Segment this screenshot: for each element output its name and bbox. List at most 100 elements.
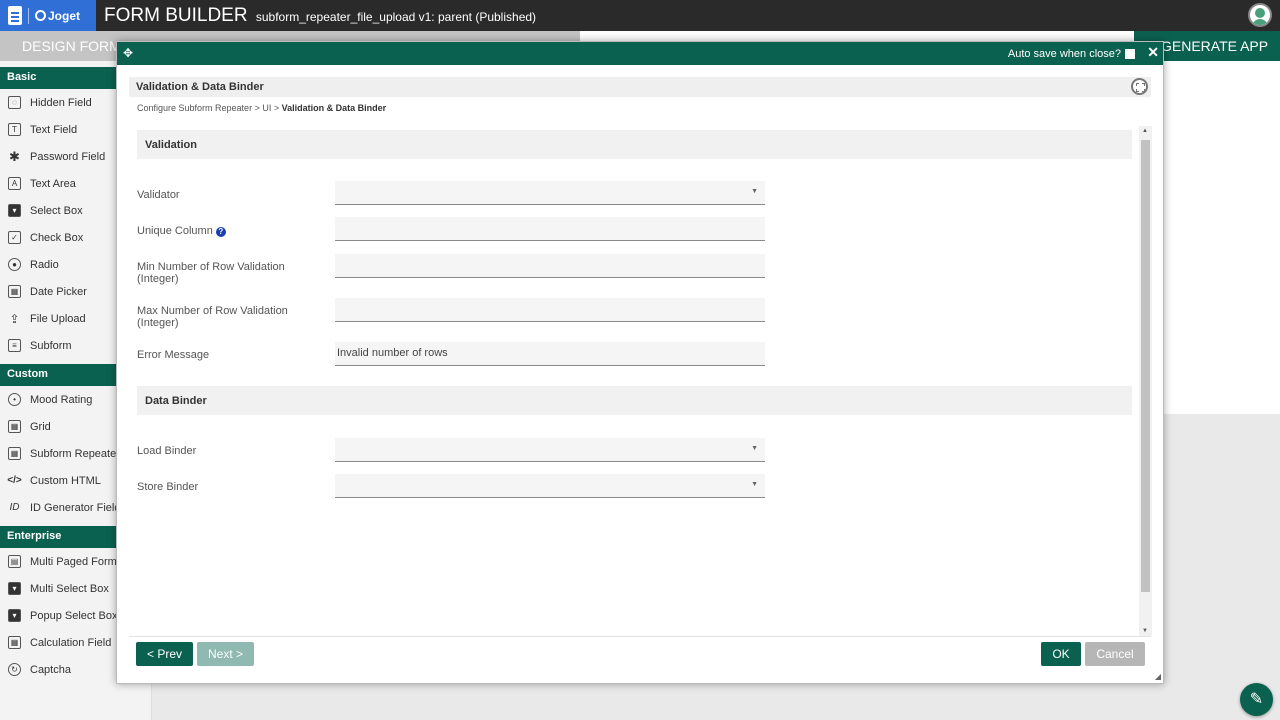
chevron-down-icon: ▼ — [751, 188, 758, 195]
tab-design-form-label: DESIGN FORM — [22, 38, 121, 54]
palette-item-label: Multi Paged Form — [30, 555, 117, 568]
app-title: FORM BUILDER — [104, 5, 248, 26]
mood-icon: • — [8, 393, 21, 406]
palette-item-label: Password Field — [30, 150, 106, 163]
pencil-icon: ✎ — [1249, 691, 1264, 708]
palette-item-label: Subform Repeater — [30, 447, 120, 460]
asterisk-icon: ✱ — [9, 149, 20, 164]
palette-item-label: Text Area — [30, 177, 76, 190]
multi-select-icon: ▾ — [8, 582, 21, 595]
palette-item-label: Mood Rating — [30, 393, 93, 406]
autosave-option[interactable]: Auto save when close? — [1008, 48, 1135, 60]
validator-select[interactable]: ▼ — [335, 181, 765, 205]
panel-title: Validation & Data Binder — [129, 77, 1151, 97]
breadcrumb-current: Validation & Data Binder — [281, 103, 387, 113]
vertical-scrollbar[interactable]: ▲ ▼ — [1139, 126, 1152, 636]
text-area-icon: A — [8, 177, 21, 190]
load-binder-label: Load Binder — [137, 445, 197, 457]
palette-section-enterprise: Enterprise — [0, 526, 118, 548]
palette-item-label: Radio — [30, 258, 59, 271]
calculator-icon: ▦ — [8, 636, 21, 649]
check-box-icon: ✓ — [8, 231, 21, 244]
footer-divider — [129, 636, 1151, 637]
validator-label: Validator — [137, 189, 180, 201]
popup-select-icon: ▾ — [8, 609, 21, 622]
autosave-label: Auto save when close? — [1007, 48, 1121, 60]
section-validation: Validation — [137, 130, 1132, 159]
next-button[interactable]: Next > — [197, 642, 254, 666]
grid-icon: ▦ — [8, 420, 21, 433]
select-box-icon: ▾ — [8, 204, 21, 217]
autosave-checkbox[interactable] — [1125, 49, 1135, 59]
palette-item-label: File Upload — [30, 312, 86, 325]
logo-divider — [28, 7, 29, 24]
chevron-down-icon: ▼ — [751, 481, 758, 488]
radio-icon: ● — [8, 258, 21, 271]
palette-item-label: Text Field — [30, 123, 78, 136]
joget-circle-icon — [35, 10, 46, 21]
scroll-up-icon[interactable]: ▲ — [1142, 128, 1148, 134]
prev-button[interactable]: < Prev — [136, 642, 193, 666]
upload-icon: ⇪ — [9, 311, 20, 326]
panel-title-text: Validation & Data Binder — [136, 81, 264, 93]
breadcrumb-path[interactable]: Configure Subform Repeater > UI > — [137, 103, 282, 113]
property-dialog: ✥ Auto save when close? ✕ Validation & D… — [116, 41, 1164, 684]
chevron-down-icon: ▼ — [751, 445, 758, 452]
error-message-input[interactable]: Invalid number of rows — [335, 342, 765, 366]
repeater-icon: ▦ — [8, 447, 21, 460]
joget-logo[interactable]: Joget — [0, 0, 96, 31]
scroll-down-icon[interactable]: ▼ — [1142, 628, 1148, 634]
error-message-label: Error Message — [137, 349, 210, 361]
form-subtitle: subform_repeater_file_upload v1: parent … — [255, 10, 537, 24]
id-icon: ID — [9, 501, 20, 513]
breadcrumb: Configure Subform Repeater > UI > Valida… — [137, 103, 386, 113]
palette-item-label: Hidden Field — [30, 96, 92, 109]
properties-form: Validation Validator ▼ Unique Column? Mi… — [137, 128, 1132, 628]
cancel-button[interactable]: Cancel — [1085, 642, 1145, 666]
unique-column-input[interactable] — [335, 217, 765, 241]
palette-item-label: Date Picker — [30, 285, 87, 298]
top-bar: Joget FORM BUILDER subform_repeater_file… — [0, 0, 1280, 31]
scrollbar-thumb[interactable] — [1141, 140, 1150, 592]
ok-button[interactable]: OK — [1041, 642, 1081, 666]
palette-section-custom: Custom — [0, 364, 118, 386]
calendar-icon: ▦ — [8, 285, 21, 298]
move-icon[interactable]: ✥ — [123, 46, 133, 60]
palette-item-label: ID Generator Field — [30, 501, 121, 514]
max-rows-label: Max Number of Row Validation (Integer) — [137, 305, 288, 329]
help-icon[interactable]: ? — [215, 227, 226, 237]
avatar[interactable] — [1248, 3, 1272, 27]
unique-column-label: Unique Column? — [137, 225, 317, 237]
min-rows-label: Min Number of Row Validation (Integer) — [137, 261, 285, 285]
palette-item-label: Select Box — [30, 204, 83, 217]
unique-column-label-text: Unique Column — [137, 225, 213, 237]
min-rows-input[interactable] — [335, 254, 765, 278]
palette-item-label: Check Box — [30, 231, 84, 244]
pages-icon: ▤ — [8, 555, 21, 568]
close-icon[interactable]: ✕ — [1147, 44, 1159, 61]
palette-item-label: Calculation Field — [30, 636, 112, 649]
palette-item-label: Multi Select Box — [30, 582, 109, 595]
edit-fab-button[interactable]: ✎ — [1240, 683, 1273, 716]
palette-item-label: Subform — [30, 339, 72, 352]
resize-handle-icon[interactable]: ◢ — [1155, 672, 1161, 681]
code-icon: </> — [7, 474, 22, 486]
max-rows-input[interactable] — [335, 298, 765, 322]
palette-section-basic: Basic — [0, 67, 118, 89]
store-binder-label: Store Binder — [137, 481, 199, 493]
palette-item-label: Popup Select Box — [30, 609, 118, 622]
fullscreen-icon[interactable] — [1131, 78, 1148, 95]
text-field-icon: T — [8, 123, 21, 136]
load-binder-select[interactable]: ▼ — [335, 438, 765, 462]
palette-item-label: Captcha — [30, 663, 71, 676]
store-binder-select[interactable]: ▼ — [335, 474, 765, 498]
captcha-icon: ↻ — [8, 663, 21, 676]
palette-item-label: Custom HTML — [30, 474, 101, 487]
section-data-binder: Data Binder — [137, 386, 1132, 415]
page-title: FORM BUILDER subform_repeater_file_uploa… — [104, 5, 536, 27]
subform-icon: ≡ — [8, 339, 21, 352]
palette-item-label: Grid — [30, 420, 51, 433]
document-icon — [8, 6, 22, 25]
hidden-icon: ◌ — [8, 96, 21, 109]
dialog-header[interactable]: ✥ Auto save when close? ✕ — [117, 42, 1163, 65]
